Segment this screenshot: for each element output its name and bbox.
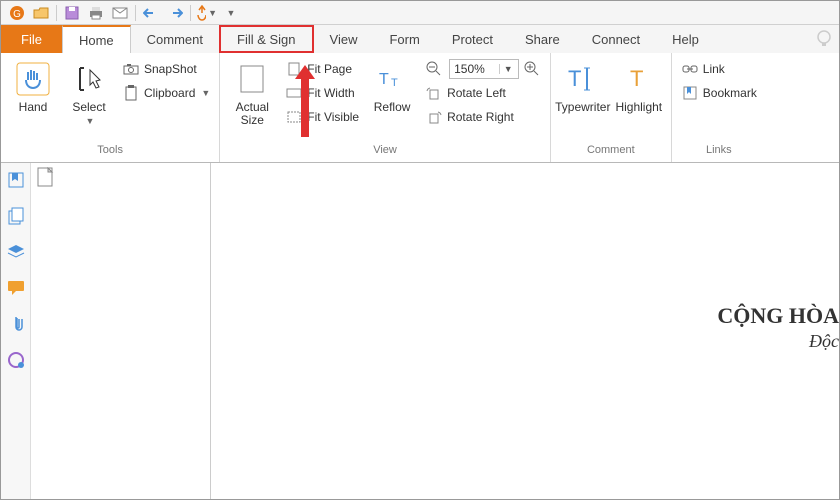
group-tools-label: Tools bbox=[5, 144, 215, 162]
snapshot-label: SnapShot bbox=[144, 62, 197, 76]
document-page[interactable]: CỘNG HÒA Độc bbox=[211, 163, 839, 499]
fit-visible-button[interactable]: Fit Visible bbox=[282, 106, 362, 128]
fit-width-button[interactable]: Fit Width bbox=[282, 82, 362, 104]
sidebar-layers-icon[interactable] bbox=[5, 241, 27, 263]
typewriter-button[interactable]: T Typewriter bbox=[555, 55, 611, 114]
svg-text:T: T bbox=[568, 66, 581, 91]
highlight-label: Highlight bbox=[615, 101, 662, 114]
navigation-sidebar bbox=[1, 163, 31, 499]
sidebar-bookmarks-icon[interactable] bbox=[5, 169, 27, 191]
touch-mode-icon[interactable]: ▼ bbox=[195, 2, 217, 24]
thumbnail-panel[interactable] bbox=[31, 163, 211, 499]
email-icon[interactable] bbox=[109, 2, 131, 24]
content-area: CỘNG HÒA Độc bbox=[31, 163, 839, 499]
reflow-icon: TT bbox=[372, 59, 412, 99]
tab-fill-and-sign[interactable]: Fill & Sign bbox=[219, 25, 314, 53]
hand-tool-button[interactable]: Hand bbox=[5, 55, 61, 114]
link-icon bbox=[681, 60, 699, 78]
sidebar-pages-icon[interactable] bbox=[5, 205, 27, 227]
camera-icon bbox=[122, 60, 140, 78]
undo-icon[interactable] bbox=[140, 2, 162, 24]
fit-width-label: Fit Width bbox=[307, 86, 354, 100]
zoom-value: 150% bbox=[450, 62, 499, 76]
actual-size-button[interactable]: Actual Size bbox=[224, 55, 280, 127]
qat-more-icon[interactable]: ▼ bbox=[219, 2, 241, 24]
ribbon: Hand Select ▼ SnapShot Clipboard ▼ Tools bbox=[1, 53, 839, 163]
sidebar-attachments-icon[interactable] bbox=[5, 313, 27, 335]
rotate-right-button[interactable]: Rotate Right bbox=[422, 106, 544, 128]
reflow-button[interactable]: TT Reflow bbox=[364, 55, 420, 114]
clipboard-button[interactable]: Clipboard ▼ bbox=[119, 82, 213, 104]
highlight-icon: T bbox=[619, 59, 659, 99]
actual-size-label: Actual Size bbox=[236, 101, 269, 127]
group-links: Link Bookmark Links bbox=[672, 53, 766, 162]
svg-text:G: G bbox=[13, 9, 21, 20]
group-comment-label: Comment bbox=[555, 144, 667, 162]
zoom-field[interactable]: 150%▼ bbox=[449, 59, 519, 79]
help-bulb-icon[interactable] bbox=[815, 25, 839, 53]
tab-protect[interactable]: Protect bbox=[436, 25, 509, 53]
tab-connect[interactable]: Connect bbox=[576, 25, 656, 53]
tab-file[interactable]: File bbox=[1, 25, 62, 53]
fit-visible-label: Fit Visible bbox=[307, 110, 359, 124]
rotate-left-button[interactable]: Rotate Left bbox=[422, 82, 544, 104]
bookmark-label: Bookmark bbox=[703, 86, 757, 100]
typewriter-label: Typewriter bbox=[555, 101, 610, 114]
hand-icon bbox=[13, 59, 53, 99]
page-thumb-icon bbox=[35, 167, 57, 187]
rotate-left-label: Rotate Left bbox=[447, 86, 506, 100]
sidebar-comments-icon[interactable] bbox=[5, 277, 27, 299]
tab-home[interactable]: Home bbox=[62, 25, 131, 53]
group-links-label: Links bbox=[676, 144, 762, 162]
snapshot-button[interactable]: SnapShot bbox=[119, 58, 213, 80]
select-icon bbox=[69, 59, 109, 99]
bookmark-icon bbox=[681, 84, 699, 102]
open-icon[interactable] bbox=[30, 2, 52, 24]
chevron-down-icon[interactable]: ▼ bbox=[499, 64, 518, 74]
chevron-down-icon: ▼ bbox=[86, 116, 95, 126]
sidebar-signatures-icon[interactable] bbox=[5, 349, 27, 371]
document-subheading: Độc bbox=[809, 331, 839, 352]
tab-view[interactable]: View bbox=[314, 25, 374, 53]
redo-icon[interactable] bbox=[164, 2, 186, 24]
group-tools: Hand Select ▼ SnapShot Clipboard ▼ Tools bbox=[1, 53, 220, 162]
svg-text:T: T bbox=[391, 77, 398, 89]
highlight-button[interactable]: T Highlight bbox=[611, 55, 667, 114]
group-comment: T Typewriter T Highlight Comment bbox=[551, 53, 672, 162]
actual-size-icon bbox=[232, 59, 272, 99]
zoom-control[interactable]: 150%▼ bbox=[422, 58, 544, 80]
tab-form[interactable]: Form bbox=[373, 25, 435, 53]
zoom-out-icon[interactable] bbox=[425, 60, 443, 78]
tab-share[interactable]: Share bbox=[509, 25, 576, 53]
clipboard-icon bbox=[122, 84, 140, 102]
link-button[interactable]: Link bbox=[678, 58, 760, 80]
app-icon: G bbox=[6, 2, 28, 24]
save-icon[interactable] bbox=[61, 2, 83, 24]
group-view: Actual Size Fit Page Fit Width Fit Visib… bbox=[220, 53, 551, 162]
link-label: Link bbox=[703, 62, 725, 76]
typewriter-icon: T bbox=[563, 59, 603, 99]
ribbon-tabstrip: File Home Comment Fill & Sign View Form … bbox=[1, 25, 839, 53]
rotate-right-label: Rotate Right bbox=[447, 110, 514, 124]
tab-comment[interactable]: Comment bbox=[131, 25, 219, 53]
annotation-arrow bbox=[301, 77, 309, 137]
print-icon[interactable] bbox=[85, 2, 107, 24]
group-view-label: View bbox=[224, 144, 546, 162]
select-label: Select bbox=[72, 100, 105, 114]
document-heading: CỘNG HÒA bbox=[717, 303, 839, 329]
bookmark-button[interactable]: Bookmark bbox=[678, 82, 760, 104]
rotate-left-icon bbox=[425, 84, 443, 102]
zoom-in-icon[interactable] bbox=[523, 60, 541, 78]
select-tool-button[interactable]: Select ▼ bbox=[61, 55, 117, 127]
rotate-right-icon bbox=[425, 108, 443, 126]
chevron-down-icon: ▼ bbox=[201, 88, 210, 98]
svg-text:T: T bbox=[379, 71, 389, 88]
hand-label: Hand bbox=[19, 101, 48, 114]
svg-text:T: T bbox=[630, 66, 643, 91]
clipboard-label: Clipboard bbox=[144, 86, 195, 100]
reflow-label: Reflow bbox=[374, 101, 411, 114]
quick-access-toolbar: G ▼ ▼ bbox=[1, 1, 839, 25]
tab-help[interactable]: Help bbox=[656, 25, 715, 53]
